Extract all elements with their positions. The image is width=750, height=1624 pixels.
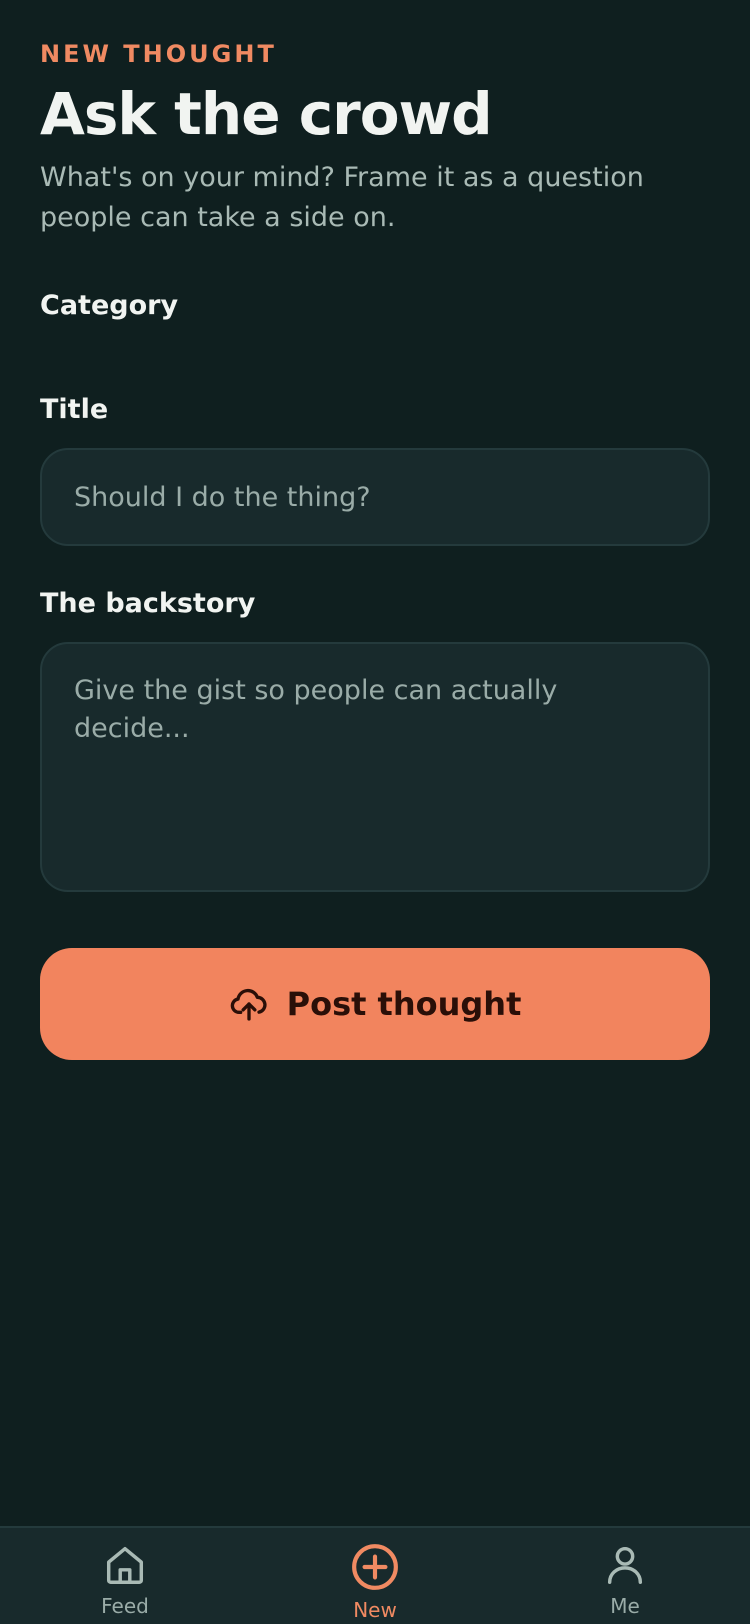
- tab-me[interactable]: Me: [500, 1528, 750, 1624]
- user-icon: [602, 1542, 648, 1592]
- page-title: Ask the crowd: [40, 80, 493, 148]
- tab-new[interactable]: New: [250, 1528, 500, 1624]
- plus-circle-icon: [350, 1542, 400, 1596]
- home-icon: [102, 1542, 148, 1592]
- tab-new-label: New: [353, 1598, 397, 1622]
- post-thought-label: Post thought: [286, 985, 522, 1023]
- backstory-textarea[interactable]: [40, 642, 710, 892]
- title-label: Title: [40, 394, 109, 425]
- backstory-label: The backstory: [40, 588, 256, 619]
- tab-feed-label: Feed: [101, 1594, 149, 1618]
- category-label: Category: [40, 290, 179, 321]
- title-input[interactable]: [40, 448, 710, 546]
- post-thought-button[interactable]: Post thought: [40, 948, 710, 1060]
- page-subtitle: What's on your mind? Frame it as a quest…: [40, 162, 644, 233]
- bottom-tab-bar: Feed New Me: [0, 1526, 750, 1624]
- eyebrow-label: NEW THOUGHT: [40, 40, 277, 68]
- tab-me-label: Me: [610, 1594, 640, 1618]
- new-thought-screen: NEW THOUGHT Ask the crowd What's on your…: [0, 0, 750, 1624]
- cloud-upload-icon: [229, 984, 269, 1024]
- tab-feed[interactable]: Feed: [0, 1528, 250, 1624]
